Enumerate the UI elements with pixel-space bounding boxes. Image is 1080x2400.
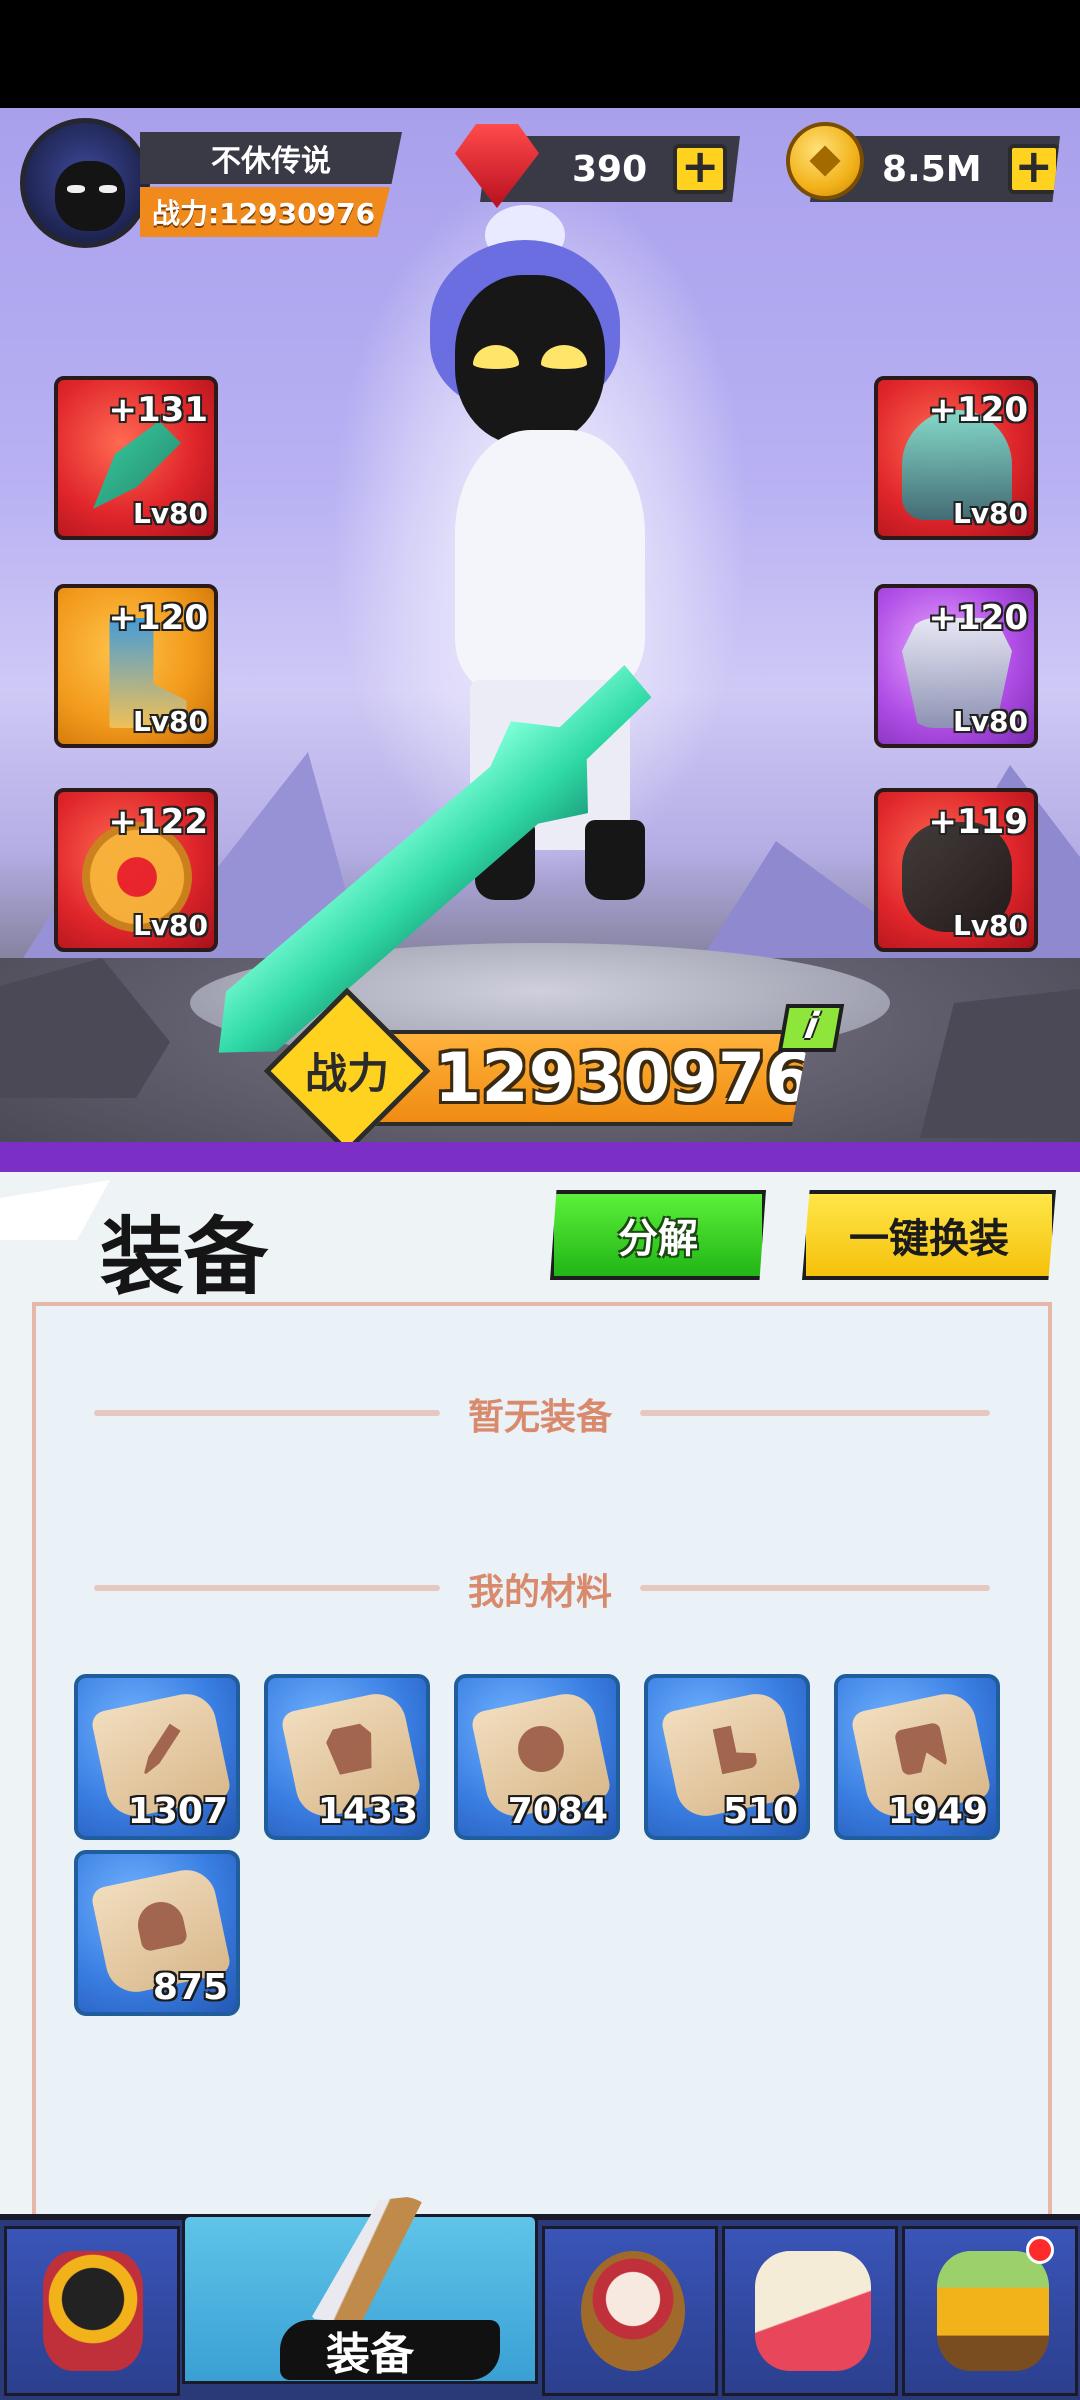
weapon-slot[interactable]: +131 Lv80 (54, 376, 218, 540)
boots-slot[interactable]: +120 Lv80 (54, 584, 218, 748)
material-count: 510 (722, 1791, 798, 1832)
slot-level: Lv80 (132, 497, 208, 530)
material-item[interactable]: 1433 (264, 1674, 430, 1840)
slot-enhance: +120 (928, 390, 1028, 430)
avatar-face (55, 161, 125, 231)
gem-amount: 390 (572, 148, 648, 190)
material-item[interactable]: 1307 (74, 1674, 240, 1840)
helmet-slot[interactable]: +120 Lv80 (874, 376, 1038, 540)
combat-power-banner: 12930976 (360, 1030, 810, 1126)
slot-level: Lv80 (952, 705, 1028, 738)
coin-amount: 8.5M (882, 148, 982, 190)
slot-level: Lv80 (132, 909, 208, 942)
ring-slot[interactable]: +122 Lv80 (54, 788, 218, 952)
material-count: 875 (152, 1967, 228, 2008)
nav-equipment-label: 装备 (326, 2329, 414, 2380)
add-coins-button[interactable]: + (1007, 143, 1060, 194)
panel-title: 装备 (100, 1208, 269, 1306)
material-item[interactable]: 875 (74, 1850, 240, 2016)
avatar-eye (99, 185, 117, 193)
hero-robe (455, 430, 645, 690)
material-count: 1307 (127, 1791, 228, 1832)
material-item[interactable]: 510 (644, 1674, 810, 1840)
slot-enhance: +131 (108, 390, 208, 430)
nav-drum-tab[interactable] (542, 2226, 718, 2396)
decompose-button[interactable]: 分解 (550, 1190, 766, 1280)
material-count: 1433 (317, 1791, 418, 1832)
slot-enhance: +120 (108, 598, 208, 638)
hero-eye (541, 345, 587, 369)
avatar-eye (67, 185, 85, 193)
nav-scroll-tab[interactable] (722, 2226, 898, 2396)
material-count: 7084 (507, 1791, 608, 1832)
slot-level: Lv80 (952, 909, 1028, 942)
hero-nav-icon (43, 2251, 143, 2371)
hero-eye (473, 345, 519, 369)
nav-hero-tab[interactable] (4, 2226, 180, 2396)
slot-enhance: +120 (928, 598, 1028, 638)
player-name: 不休传说 (140, 132, 402, 184)
hero-character[interactable] (220, 200, 780, 1020)
slot-level: Lv80 (952, 497, 1028, 530)
scroll-nav-icon (755, 2251, 871, 2371)
armor-slot[interactable]: +120 Lv80 (874, 584, 1038, 748)
material-count: 1949 (887, 1791, 988, 1832)
gloves-slot[interactable]: +119 Lv80 (874, 788, 1038, 952)
combat-power-value: 12930976 (434, 1038, 813, 1118)
add-gems-button[interactable]: + (673, 143, 728, 194)
slot-level: Lv80 (132, 705, 208, 738)
treasure-nav-icon (937, 2251, 1049, 2371)
slot-enhance: +122 (108, 802, 208, 842)
materials-heading: 我的材料 (467, 1572, 612, 1613)
player-avatar[interactable] (20, 118, 150, 248)
material-item[interactable]: 1949 (834, 1674, 1000, 1840)
info-button[interactable]: i (777, 1004, 845, 1052)
player-power: 战力:12930976 (140, 187, 390, 237)
combat-power-tag: 战力 (304, 1048, 389, 1098)
notification-dot (1026, 2236, 1054, 2264)
auto-equip-button[interactable]: 一键换装 (802, 1190, 1056, 1280)
hero-boot (585, 820, 645, 900)
slot-enhance: +119 (928, 802, 1028, 842)
material-item[interactable]: 7084 (454, 1674, 620, 1840)
coin-icon (786, 122, 864, 200)
no-equipment-text: 暂无装备 (467, 1397, 612, 1438)
drum-nav-icon (581, 2251, 685, 2371)
panel-top-bar (0, 1142, 1080, 1176)
hero-head (455, 275, 605, 445)
